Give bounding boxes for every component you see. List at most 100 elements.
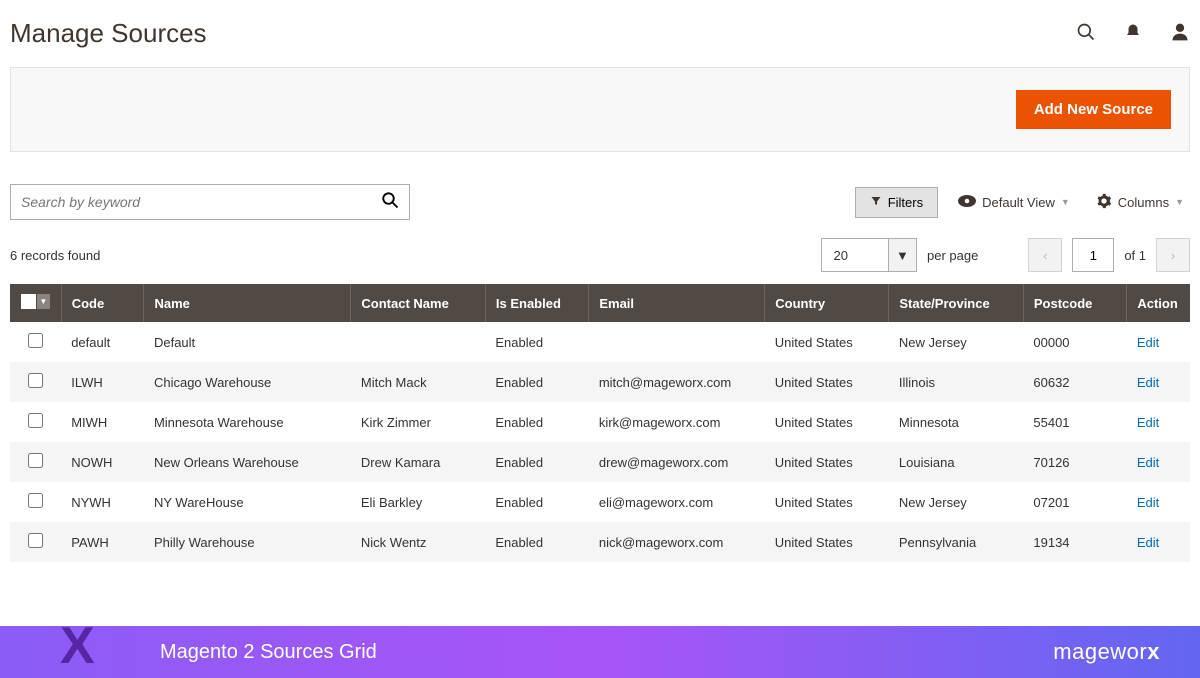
cell-email: nick@mageworx.com [589,522,765,562]
cell-name: Philly Warehouse [144,522,351,562]
edit-link[interactable]: Edit [1137,335,1159,350]
table-row: PAWH Philly Warehouse Nick Wentz Enabled… [10,522,1190,562]
caret-down-icon: ▼ [37,294,50,309]
pager-prev-button[interactable]: ‹ [1028,238,1062,272]
cell-code: MIWH [61,402,144,442]
search-submit-icon[interactable] [381,191,399,214]
col-country[interactable]: Country [765,284,889,322]
col-state[interactable]: State/Province [889,284,1024,322]
footer-banner: X Magento 2 Sources Grid mageworx [0,626,1200,678]
edit-link[interactable]: Edit [1137,495,1159,510]
edit-link[interactable]: Edit [1137,375,1159,390]
cell-code: NYWH [61,482,144,522]
account-icon[interactable] [1170,22,1190,45]
row-checkbox[interactable] [28,373,43,388]
per-page-label: per page [927,248,978,263]
notifications-icon[interactable] [1124,23,1142,44]
col-email[interactable]: Email [589,284,765,322]
footer-caption: Magento 2 Sources Grid [160,641,377,664]
col-contact[interactable]: Contact Name [351,284,486,322]
edit-link[interactable]: Edit [1137,455,1159,470]
cell-state: Illinois [889,362,1024,402]
cell-enabled: Enabled [485,482,588,522]
cell-postcode: 19134 [1023,522,1126,562]
edit-link[interactable]: Edit [1137,415,1159,430]
caret-down-icon: ▼ [888,239,916,271]
search-icon[interactable] [1076,22,1096,45]
cell-state: Minnesota [889,402,1024,442]
cell-postcode: 07201 [1023,482,1126,522]
cell-name: Chicago Warehouse [144,362,351,402]
cell-postcode: 55401 [1023,402,1126,442]
table-row: ILWH Chicago Warehouse Mitch Mack Enable… [10,362,1190,402]
per-page-value: 20 [822,239,888,271]
page-title: Manage Sources [10,18,207,49]
funnel-icon [870,195,882,210]
row-checkbox[interactable] [28,453,43,468]
cell-name: Default [144,322,351,362]
row-checkbox[interactable] [28,533,43,548]
cell-postcode: 00000 [1023,322,1126,362]
cell-contact: Mitch Mack [351,362,486,402]
action-bar: Add New Source [10,67,1190,152]
col-code[interactable]: Code [61,284,144,322]
row-checkbox[interactable] [28,333,43,348]
cell-country: United States [765,482,889,522]
cell-email: mitch@mageworx.com [589,362,765,402]
cell-enabled: Enabled [485,402,588,442]
cell-state: New Jersey [889,482,1024,522]
sources-grid: ▼ Code Name Contact Name Is Enabled Emai… [10,284,1190,562]
row-checkbox[interactable] [28,413,43,428]
columns-dropdown[interactable]: Columns ▼ [1090,193,1190,212]
search-box[interactable] [10,184,410,220]
cell-contact: Kirk Zimmer [351,402,486,442]
columns-label: Columns [1118,195,1169,210]
pager-next-button[interactable]: › [1156,238,1190,272]
add-new-source-button[interactable]: Add New Source [1016,90,1171,129]
row-checkbox[interactable] [28,493,43,508]
cell-country: United States [765,402,889,442]
cell-enabled: Enabled [485,322,588,362]
cell-name: Minnesota Warehouse [144,402,351,442]
cell-enabled: Enabled [485,522,588,562]
cell-postcode: 60632 [1023,362,1126,402]
edit-link[interactable]: Edit [1137,535,1159,550]
cell-contact: Eli Barkley [351,482,486,522]
filters-button[interactable]: Filters [855,187,938,218]
table-row: NOWH New Orleans Warehouse Drew Kamara E… [10,442,1190,482]
pager-of-label: of 1 [1124,248,1146,263]
caret-down-icon: ▼ [1061,197,1070,207]
select-all-header[interactable]: ▼ [10,284,61,322]
table-row: default Default Enabled United States Ne… [10,322,1190,362]
logo-x-icon: X [60,616,95,676]
caret-down-icon: ▼ [1175,197,1184,207]
cell-postcode: 70126 [1023,442,1126,482]
per-page-select[interactable]: 20 ▼ [821,238,917,272]
default-view-label: Default View [982,195,1055,210]
table-row: MIWH Minnesota Warehouse Kirk Zimmer Ena… [10,402,1190,442]
cell-enabled: Enabled [485,442,588,482]
cell-code: PAWH [61,522,144,562]
checkbox-icon [21,294,36,309]
col-name[interactable]: Name [144,284,351,322]
cell-email: drew@mageworx.com [589,442,765,482]
cell-name: NY WareHouse [144,482,351,522]
default-view-dropdown[interactable]: Default View ▼ [952,195,1076,210]
cell-state: Pennsylvania [889,522,1024,562]
pager-current-input[interactable] [1072,238,1114,272]
table-row: NYWH NY WareHouse Eli Barkley Enabled el… [10,482,1190,522]
cell-email: eli@mageworx.com [589,482,765,522]
records-found: 6 records found [10,248,100,263]
search-input[interactable] [21,194,381,210]
cell-state: New Jersey [889,322,1024,362]
col-postcode[interactable]: Postcode [1023,284,1126,322]
cell-name: New Orleans Warehouse [144,442,351,482]
cell-country: United States [765,322,889,362]
cell-email: kirk@mageworx.com [589,402,765,442]
cell-code: NOWH [61,442,144,482]
cell-contact: Nick Wentz [351,522,486,562]
col-enabled[interactable]: Is Enabled [485,284,588,322]
cell-enabled: Enabled [485,362,588,402]
cell-country: United States [765,522,889,562]
brand-logo: mageworx [1053,639,1160,665]
